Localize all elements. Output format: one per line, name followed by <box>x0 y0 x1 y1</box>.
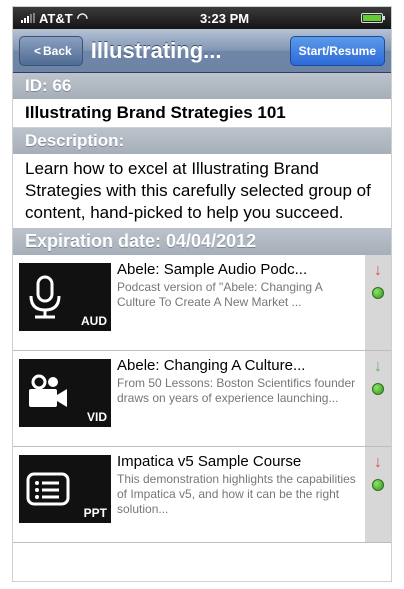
page-title: Illustrating... <box>90 37 222 63</box>
wifi-icon: ◠ <box>76 10 89 25</box>
item-title: Abele: Sample Audio Podc... <box>117 261 308 278</box>
item-status-column: ↓ <box>365 351 391 446</box>
item-thumbnail: PPT <box>19 455 111 523</box>
item-type-label: VID <box>86 410 107 424</box>
status-bar: AT&T ◠ 3:23 PM <box>13 7 391 29</box>
download-arrow-icon[interactable]: ↓ <box>374 455 382 471</box>
status-dot-icon <box>372 479 384 491</box>
back-button[interactable]: < Back <box>19 35 83 66</box>
item-thumbnail: VID <box>19 359 111 427</box>
battery-icon <box>361 13 385 23</box>
start-resume-button[interactable]: Start/Resume <box>289 35 385 66</box>
content-list: AUD Abele: Sample Audio Podc... Podcast … <box>13 255 391 543</box>
list-item-audio[interactable]: AUD Abele: Sample Audio Podc... Podcast … <box>13 255 391 351</box>
item-description: Podcast version of "Abele: Changing A Cu… <box>117 280 323 309</box>
list-item-video[interactable]: VID Abele: Changing A Culture... From 50… <box>13 351 391 447</box>
item-title: Abele: Changing A Culture... <box>117 357 306 374</box>
presentation-icon <box>26 472 70 506</box>
description-header: Description: <box>13 128 391 154</box>
phone-screen: AT&T ◠ 3:23 PM < Back Illustrating... St… <box>12 6 392 582</box>
list-item-presentation[interactable]: PPT Impatica v5 Sample Course This demon… <box>13 447 391 543</box>
course-title: Illustrating Brand Strategies 101 <box>13 99 391 128</box>
item-thumbnail: AUD <box>19 263 111 331</box>
download-arrow-icon[interactable]: ↓ <box>374 263 382 279</box>
download-arrow-icon[interactable]: ↓ <box>374 359 382 375</box>
item-type-label: AUD <box>81 314 107 328</box>
item-status-column: ↓ <box>365 255 391 350</box>
microphone-icon <box>29 275 61 319</box>
expiration-header: Expiration date: 04/04/2012 <box>13 228 391 255</box>
item-description: This demonstration highlights the capabi… <box>117 472 356 516</box>
carrier-label: AT&T <box>39 10 73 26</box>
item-description: From 50 Lessons: Boston Scientifics foun… <box>117 376 356 405</box>
item-status-column: ↓ <box>365 447 391 542</box>
clock: 3:23 PM <box>199 10 250 26</box>
course-description: Learn how to excel at Illustrating Brand… <box>13 154 391 228</box>
status-dot-icon <box>372 287 384 299</box>
navigation-bar: < Back Illustrating... Start/Resume <box>13 29 391 73</box>
back-chevron-icon: < <box>34 43 42 58</box>
status-dot-icon <box>372 383 384 395</box>
video-camera-icon <box>29 374 67 407</box>
back-label: Back <box>43 43 72 58</box>
item-title: Impatica v5 Sample Course <box>117 453 302 470</box>
signal-strength-icon <box>21 13 35 23</box>
id-header: ID: 66 <box>13 73 391 99</box>
item-type-label: PPT <box>83 506 107 520</box>
